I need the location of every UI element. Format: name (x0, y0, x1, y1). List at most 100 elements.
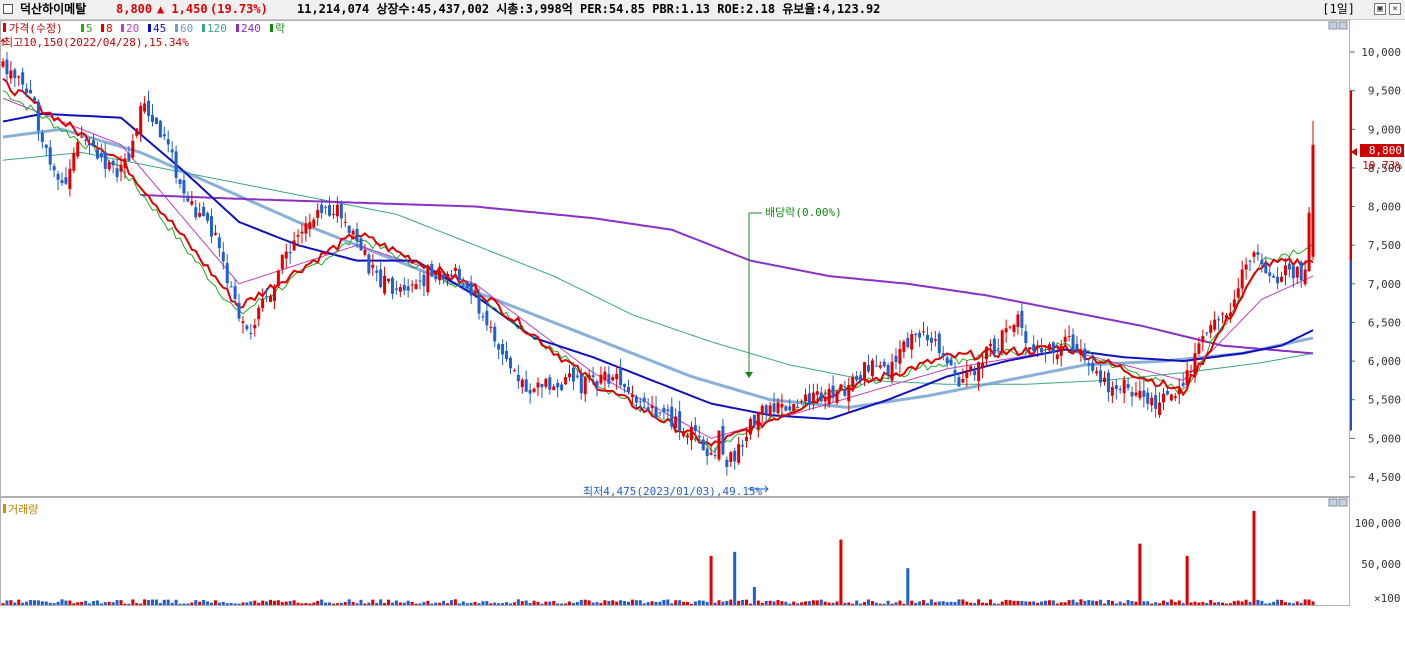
candle-body (650, 405, 654, 409)
candle-body (929, 337, 933, 343)
candle-body (1059, 345, 1063, 356)
volume-bar (686, 602, 690, 605)
volume-bar (162, 599, 166, 605)
candle-body (182, 180, 186, 194)
volume-bar (29, 600, 33, 605)
ma120-line (2, 151, 1314, 385)
volume-bar (111, 602, 115, 605)
candle-body (851, 376, 855, 388)
volume-bar (941, 601, 945, 605)
volume-bar (209, 602, 213, 605)
volume-bar (186, 603, 190, 605)
candle-body (878, 365, 882, 368)
y-tick-label: 5,000 (1368, 432, 1401, 445)
candle-body (497, 344, 501, 350)
candle-body (737, 444, 741, 463)
volume-bar (882, 603, 886, 605)
candle-body (811, 392, 815, 401)
volume-bar (1209, 599, 1213, 605)
volume-bar (784, 601, 788, 605)
volume-bar (992, 603, 996, 605)
volume-bar (1055, 603, 1059, 605)
period-selector[interactable]: [1일] (1322, 0, 1355, 19)
candle-body (68, 168, 72, 190)
volume-bar (1043, 600, 1047, 605)
volume-bar (579, 599, 583, 605)
volume-bar (245, 602, 249, 605)
volume-bar (123, 603, 127, 605)
candle-body (493, 326, 497, 342)
candle-body (324, 207, 328, 209)
candle-body (752, 414, 756, 425)
volume-bar (150, 599, 154, 605)
volume-bar (335, 603, 339, 605)
candle-body (607, 374, 611, 384)
volume-bar (1087, 600, 1091, 605)
panel-maximize-icon[interactable] (1338, 21, 1348, 30)
drop-legend-swatch (270, 24, 273, 32)
volume-bar (1051, 600, 1055, 605)
title-bar: 덕산하이메탈 8,800 ▲ 1,450 (19.73%) 11,214,074… (0, 0, 1405, 20)
volume-bar (304, 602, 308, 605)
volume-bar (1118, 601, 1122, 605)
volume-bar (135, 603, 139, 605)
candle-body (1213, 319, 1217, 330)
select-checkbox[interactable] (3, 4, 13, 14)
candle-body (1303, 269, 1307, 285)
restore-button[interactable]: ▣ (1374, 3, 1386, 15)
volume-bar (811, 600, 815, 605)
y-tick-label: 7,000 (1368, 278, 1401, 291)
volume-bar (363, 603, 367, 605)
volume-bar (158, 603, 162, 605)
y-tick-label: 6,000 (1368, 355, 1401, 368)
price-tag: 8,800 (1369, 144, 1402, 157)
close-button[interactable]: ✕ (1389, 3, 1401, 15)
candle-body (60, 180, 64, 184)
panel-minimize-icon[interactable] (1328, 21, 1338, 30)
candle-body (863, 362, 867, 379)
candle-body (776, 402, 780, 414)
volume-bar (1197, 602, 1201, 605)
volume-bar (796, 603, 800, 605)
volume-bar (752, 587, 756, 605)
candle-body (88, 144, 92, 146)
candle-body (237, 302, 241, 319)
volume-bar (430, 603, 434, 605)
volume-bar (1154, 602, 1158, 605)
candle-body (1311, 144, 1315, 257)
candle-body (209, 216, 213, 237)
volume-bar (1303, 599, 1307, 605)
vol-panel-minimize-icon[interactable] (1328, 498, 1338, 507)
volume-bar (689, 603, 693, 605)
candle-body (564, 377, 568, 385)
candle-body (335, 204, 339, 217)
candle-body (567, 373, 571, 378)
candle-body (1134, 392, 1138, 396)
volume-bar (56, 601, 60, 605)
candle-body (135, 128, 139, 136)
candle-body (257, 307, 261, 320)
volume-bar (835, 601, 839, 605)
volume-bar (1189, 602, 1193, 605)
candle-body (276, 270, 280, 287)
candle-body (788, 406, 792, 411)
rate-tag: 19.73% (1362, 159, 1402, 172)
candle-body (505, 351, 509, 360)
volume-bar (225, 603, 229, 605)
volume-bar (249, 601, 253, 605)
candle-body (359, 238, 363, 251)
volume-bar (851, 603, 855, 605)
candle-body (894, 355, 898, 363)
candle-body (1138, 390, 1142, 399)
volume-bar (1217, 602, 1221, 605)
volume-bar (630, 599, 634, 605)
volume-bar (406, 600, 410, 605)
candle-body (823, 398, 827, 402)
candle-body (666, 409, 670, 412)
candle-body (56, 173, 60, 180)
candle-body (80, 136, 84, 138)
candle-body (646, 407, 650, 411)
volume-bar (1047, 600, 1051, 605)
vol-panel-maximize-icon[interactable] (1338, 498, 1348, 507)
volume-bar (1299, 602, 1303, 605)
